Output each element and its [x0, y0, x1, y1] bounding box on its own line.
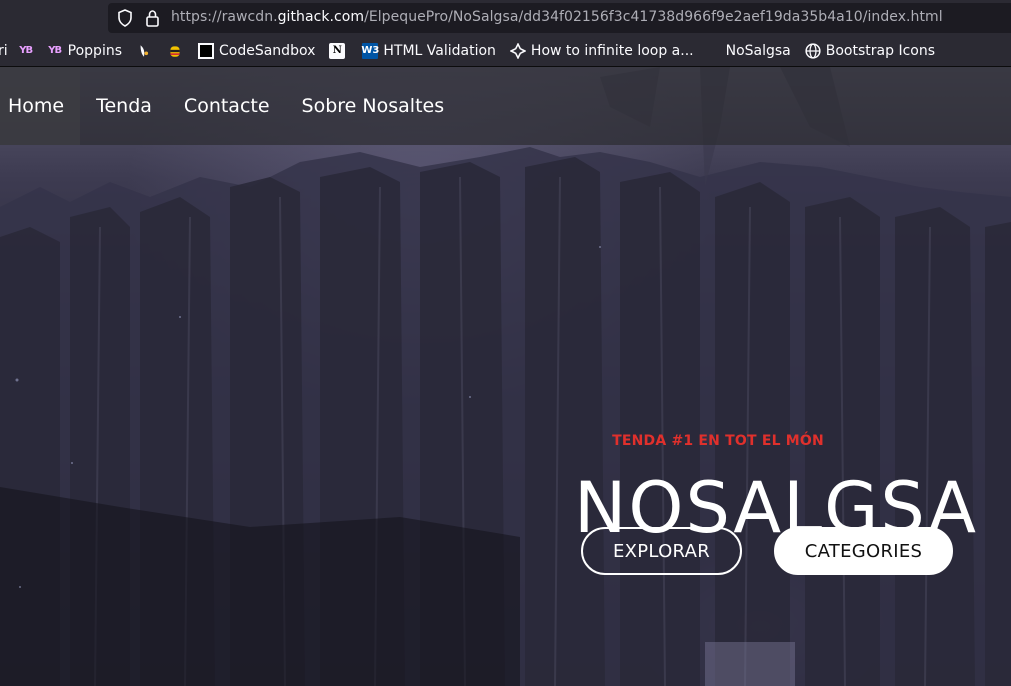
explore-button[interactable]: EXPLORAR [581, 527, 742, 575]
nav-label: Sobre Nosaltes [301, 95, 445, 117]
bookmark-item[interactable]: How to infinite loop a... [509, 39, 694, 63]
yb-logo-icon: YB [48, 45, 62, 56]
url-prefix: https://rawcdn. [171, 9, 278, 25]
bookmark-item[interactable] [167, 39, 188, 63]
lock-icon[interactable] [145, 9, 160, 27]
bookmark-item[interactable]: NoSalgsa [726, 39, 791, 63]
bookmark-item[interactable] [136, 39, 157, 63]
bookmark-item[interactable]: Bootstrap Icons [805, 39, 935, 63]
bee-icon [170, 45, 180, 57]
url-path: /ElpequePro/NoSalgsa/dd34f02156f3c41738d… [364, 9, 943, 25]
hero-eyebrow: TENDA #1 EN TOT EL MÓN [612, 433, 824, 449]
bookmark-item[interactable]: ri [0, 39, 8, 63]
categories-button[interactable]: CATEGORIES [774, 527, 953, 575]
tracking-protection-shield-icon[interactable] [117, 9, 133, 27]
bookmark-item[interactable]: N [329, 39, 350, 63]
bird-icon [140, 44, 149, 57]
bookmark-item[interactable]: CodeSandbox [198, 39, 315, 63]
nav-item-home[interactable]: Home [0, 67, 81, 145]
bookmark-label: Poppins [67, 42, 122, 59]
website-viewport: Home Tenda Contacte Sobre Nosaltes TENDA… [0, 67, 1011, 686]
globe-icon [805, 42, 821, 59]
bookmark-label: How to infinite loop a... [530, 42, 694, 59]
browser-toolbar: https://rawcdn.githack.com/ElpequePro/No… [0, 0, 1011, 35]
url-text[interactable]: https://rawcdn.githack.com/ElpequePro/No… [171, 9, 943, 25]
yb-logo-icon: YB [19, 45, 33, 56]
sparkle-icon [509, 42, 526, 59]
codesandbox-icon [198, 42, 214, 59]
nav-item-contacte[interactable]: Contacte [168, 67, 286, 145]
bookmark-item[interactable]: W3 HTML Validation [361, 39, 496, 63]
hero-background-image [0, 67, 1011, 686]
nav-item-sobre-nosaltes[interactable]: Sobre Nosaltes [286, 67, 461, 145]
bookmark-label: CodeSandbox [219, 42, 316, 59]
bookmarks-bar: ri YB YB Poppins CodeSandbox N W3 HTML V… [0, 35, 1011, 67]
main-navbar: Home Tenda Contacte Sobre Nosaltes [0, 67, 1011, 145]
bookmark-item[interactable]: YB [18, 39, 39, 63]
nav-item-tenda[interactable]: Tenda [80, 67, 168, 145]
nav-label: Tenda [96, 95, 152, 117]
nav-label: Home [8, 95, 65, 117]
nav-label: Contacte [183, 95, 270, 117]
bookmark-item[interactable]: YB Poppins [47, 39, 122, 63]
notion-icon: N [329, 42, 346, 59]
bookmark-label: Bootstrap Icons [825, 42, 936, 59]
url-host: githack.com [277, 9, 365, 25]
address-bar[interactable]: https://rawcdn.githack.com/ElpequePro/No… [108, 3, 1011, 33]
w3c-icon: W3 [361, 42, 379, 59]
bookmark-label: NoSalgsa [725, 42, 791, 59]
bookmark-label: ri [0, 42, 8, 59]
bookmark-label: HTML Validation [383, 42, 496, 59]
